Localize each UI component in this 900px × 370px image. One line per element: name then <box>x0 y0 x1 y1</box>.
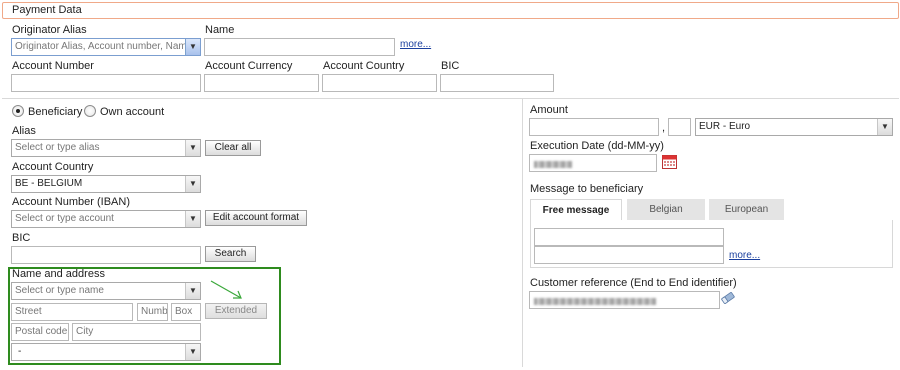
originator-bic-label: BIC <box>441 60 460 72</box>
section-title: Payment Data <box>12 4 82 16</box>
own-account-radio-label: Own account <box>100 106 165 118</box>
originator-bic-input[interactable] <box>440 74 554 92</box>
edit-account-format-button[interactable]: Edit account format <box>205 210 307 226</box>
green-arrow-annotation <box>210 280 242 299</box>
currency-select[interactable]: EUR - Euro ▼ <box>695 118 893 136</box>
originator-alias-label: Originator Alias <box>12 24 87 36</box>
beneficiary-radio[interactable] <box>12 105 24 117</box>
radio-selected-dot <box>16 109 20 113</box>
beneficiary-account-select[interactable]: Select or type account ▼ <box>11 210 201 228</box>
redacted-date <box>534 161 572 168</box>
beneficiary-bic-label: BIC <box>12 232 31 244</box>
street-placeholder: Street <box>15 306 42 317</box>
customer-reference-label: Customer reference (End to End identifie… <box>530 277 737 289</box>
city-input[interactable]: City <box>72 323 201 341</box>
amount-decimals-input[interactable] <box>668 118 691 136</box>
eraser-icon[interactable] <box>720 291 736 305</box>
message-line-1-input[interactable] <box>534 228 724 246</box>
originator-alias-select[interactable]: Originator Alias, Account number, Name ▼ <box>11 38 201 56</box>
originator-name-label: Name <box>205 24 235 36</box>
beneficiary-account-placeholder: Select or type account <box>15 213 114 224</box>
amount-input[interactable] <box>529 118 659 136</box>
beneficiary-bic-input[interactable] <box>11 246 201 264</box>
chevron-down-icon[interactable]: ▼ <box>185 176 200 192</box>
city-placeholder: City <box>76 326 94 337</box>
beneficiary-radio-label: Beneficiary <box>28 106 83 118</box>
currency-value: EUR - Euro <box>699 121 751 132</box>
decimal-separator: , <box>662 122 666 134</box>
tab-belgian[interactable]: Belgian <box>627 199 705 220</box>
beneficiary-alias-placeholder: Select or type alias <box>15 142 100 153</box>
name-address-label: Name and address <box>12 268 105 280</box>
box-placeholder: Box <box>175 306 193 317</box>
customer-reference-input[interactable] <box>529 291 720 309</box>
number-input[interactable]: Numb <box>137 303 168 321</box>
vertical-divider <box>522 99 523 367</box>
postal-code-placeholder: Postal code <box>15 326 68 337</box>
execution-date-label: Execution Date (dd-MM-yy) <box>530 140 664 152</box>
beneficiary-country-label: Account Country <box>12 161 94 173</box>
beneficiary-alias-select[interactable]: Select or type alias ▼ <box>11 139 201 157</box>
originator-alias-placeholder: Originator Alias, Account number, Name <box>15 41 193 52</box>
amount-label: Amount <box>530 104 568 116</box>
originator-account-country-input[interactable] <box>322 74 437 92</box>
originator-account-currency-label: Account Currency <box>205 60 293 72</box>
message-line-2-input[interactable] <box>534 246 724 264</box>
chevron-down-icon[interactable]: ▼ <box>185 140 200 156</box>
chevron-down-icon[interactable]: ▼ <box>185 211 200 227</box>
extended-button[interactable]: Extended <box>205 303 267 319</box>
originator-more-link[interactable]: more... <box>400 39 431 50</box>
message-more-link[interactable]: more... <box>729 250 760 261</box>
chevron-down-icon[interactable]: ▼ <box>877 119 892 135</box>
beneficiary-alias-label: Alias <box>12 125 36 137</box>
beneficiary-country-value: BE - BELGIUM <box>15 178 83 189</box>
box-input[interactable]: Box <box>171 303 201 321</box>
redacted-reference <box>534 298 656 305</box>
street-input[interactable]: Street <box>11 303 133 321</box>
address-country-select[interactable]: - ▼ <box>11 343 201 361</box>
clear-all-button[interactable]: Clear all <box>205 140 261 156</box>
chevron-down-icon[interactable]: ▼ <box>185 283 200 299</box>
message-label: Message to beneficiary <box>530 183 644 195</box>
postal-code-input[interactable]: Postal code <box>11 323 69 341</box>
originator-account-number-label: Account Number <box>12 60 94 72</box>
chevron-down-icon[interactable]: ▼ <box>185 39 200 55</box>
beneficiary-country-select[interactable]: BE - BELGIUM ▼ <box>11 175 201 193</box>
section-header: Payment Data <box>2 2 899 19</box>
originator-name-input[interactable] <box>204 38 395 56</box>
tab-free-message[interactable]: Free message <box>530 199 622 220</box>
beneficiary-account-label: Account Number (IBAN) <box>12 196 130 208</box>
address-country-value: - <box>18 346 22 357</box>
search-button[interactable]: Search <box>205 246 256 262</box>
beneficiary-name-select[interactable]: Select or type name ▼ <box>11 282 201 300</box>
own-account-radio[interactable] <box>84 105 96 117</box>
beneficiary-name-placeholder: Select or type name <box>15 285 104 296</box>
number-placeholder: Numb <box>141 306 168 317</box>
originator-account-currency-input[interactable] <box>204 74 319 92</box>
tab-european[interactable]: European <box>709 199 784 220</box>
originator-account-number-input[interactable] <box>11 74 201 92</box>
originator-account-country-label: Account Country <box>323 60 405 72</box>
chevron-down-icon[interactable]: ▼ <box>185 344 200 360</box>
horizontal-divider <box>2 98 899 99</box>
calendar-icon[interactable] <box>662 154 677 169</box>
execution-date-input[interactable] <box>529 154 657 172</box>
